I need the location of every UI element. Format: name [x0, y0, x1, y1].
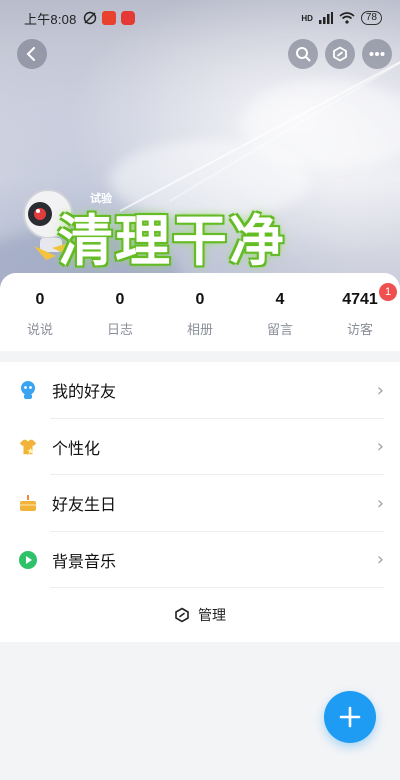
menu-item-music[interactable]: 背景音乐 › — [0, 532, 400, 589]
stat-label: 留言 — [266, 323, 293, 338]
hexagon-manage-icon — [175, 607, 189, 623]
search-button[interactable] — [288, 39, 318, 69]
manage-label: 管理 — [198, 608, 226, 624]
stat-shuoshuo[interactable]: 0 说说 — [0, 291, 80, 351]
stat-rizhi[interactable]: 0 日志 — [80, 291, 160, 351]
more-icon — [369, 52, 385, 56]
search-icon — [296, 47, 311, 62]
no-disturb-icon — [83, 11, 96, 25]
menu-item-personalize[interactable]: 个性化 › — [0, 419, 400, 476]
plus-icon — [339, 706, 361, 728]
menu-list: 我的好友 › 个性化 › 好友生日 › 背景音乐 › 管理 — [0, 362, 400, 642]
stat-value: 0 — [195, 291, 205, 308]
chevron-right-icon: › — [376, 436, 384, 458]
network-type: HD — [301, 13, 313, 23]
stat-label: 说说 — [26, 323, 53, 338]
menu-item-birthday[interactable]: 好友生日 › — [0, 475, 400, 532]
stat-value: 0 — [115, 291, 125, 308]
menu-item-label: 个性化 — [52, 438, 101, 458]
stat-label: 日志 — [106, 323, 133, 338]
app-notification-icon — [120, 11, 135, 25]
wifi-icon — [339, 12, 355, 24]
chevron-right-icon: › — [376, 492, 384, 514]
stat-xiangce[interactable]: 0 相册 — [160, 291, 240, 351]
status-bar: 上午8:08 HD 78 — [0, 0, 400, 36]
stat-value: 0 — [35, 291, 45, 308]
cake-icon — [18, 493, 38, 513]
status-time: 上午8:08 — [24, 11, 77, 27]
more-button[interactable] — [362, 39, 392, 69]
menu-item-label: 我的好友 — [52, 382, 117, 402]
back-icon — [26, 47, 35, 61]
back-button[interactable] — [17, 39, 47, 69]
stat-value: 4 — [275, 291, 285, 308]
space-settings-button[interactable] — [325, 39, 355, 69]
menu-item-label: 背景音乐 — [52, 551, 117, 571]
cover-overlay-title: 清理干净 — [58, 209, 287, 273]
menu-item-label: 好友生日 — [52, 495, 117, 515]
stat-label: 相册 — [186, 323, 213, 338]
chevron-right-icon: › — [376, 379, 384, 401]
app-notification-icon — [101, 11, 116, 25]
friends-icon — [18, 380, 38, 400]
stats-card: 0 说说 0 日志 0 相册 4 留言 4741 访客 1 — [0, 273, 400, 351]
battery-indicator: 78 — [360, 11, 382, 25]
signal-icon — [318, 12, 333, 24]
stat-fangke[interactable]: 4741 访客 1 — [320, 283, 400, 351]
add-post-button[interactable] — [324, 691, 376, 743]
chevron-right-icon: › — [376, 549, 384, 571]
menu-item-friends[interactable]: 我的好友 › — [0, 362, 400, 419]
hexagon-settings-icon — [333, 46, 347, 62]
music-icon — [18, 550, 38, 570]
visitor-badge: 1 — [379, 283, 397, 301]
stat-label: 访客 — [346, 323, 373, 338]
shirt-icon — [18, 437, 38, 457]
stat-liuyan[interactable]: 4 留言 — [240, 291, 320, 351]
manage-button[interactable]: 管理 — [0, 588, 400, 642]
